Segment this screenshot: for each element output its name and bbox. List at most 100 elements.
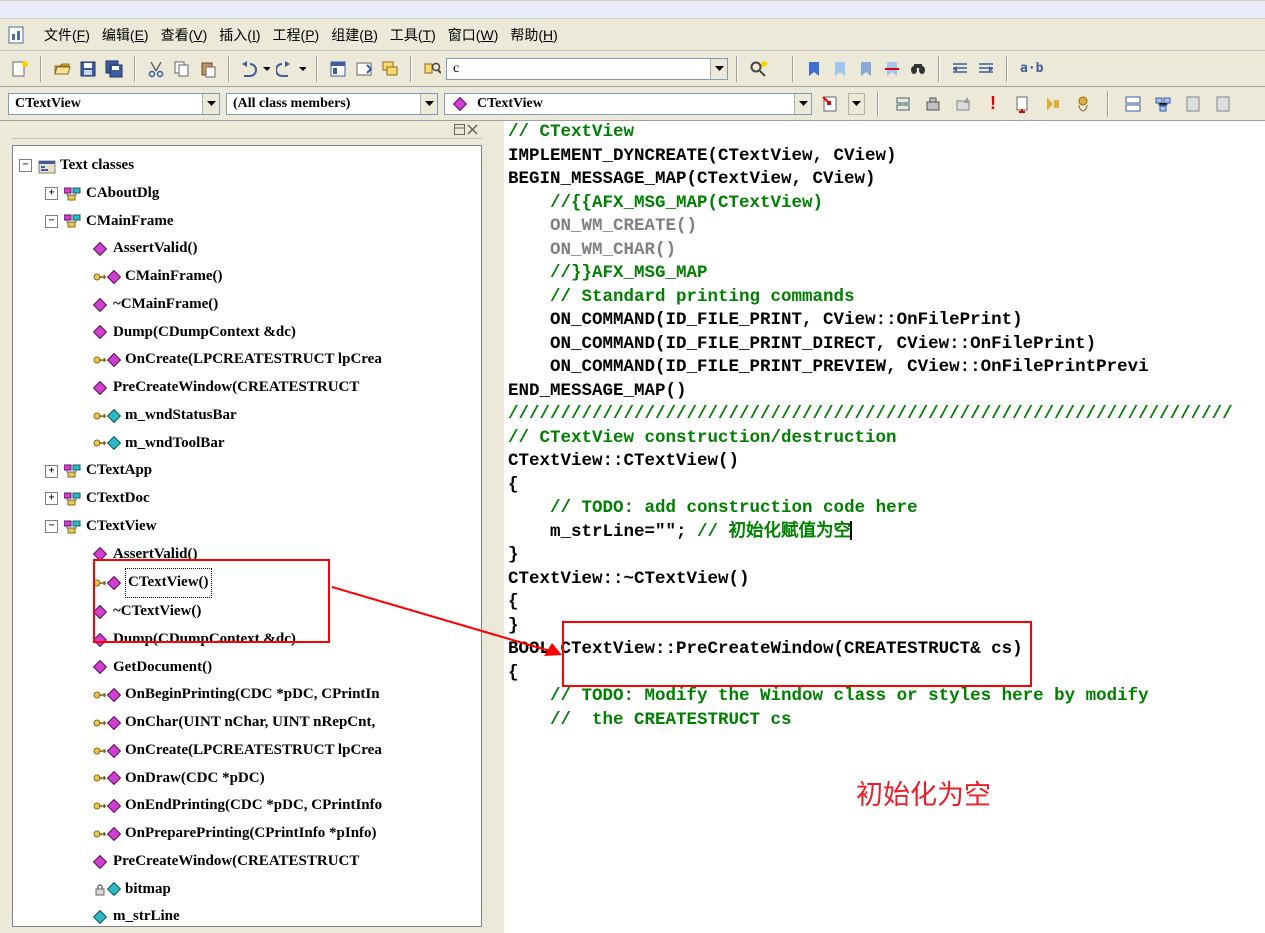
tree-member[interactable]: m_strLine <box>19 903 475 927</box>
find-in-files-button[interactable] <box>420 57 444 81</box>
tree-member[interactable]: AssertValid() <box>19 235 475 263</box>
tree-member[interactable]: OnDraw(CDC *pDC) <box>19 765 475 793</box>
tree-member[interactable]: OnCreate(LPCREATESTRUCT lpCrea <box>19 346 475 374</box>
find-combo[interactable]: c <box>446 58 728 80</box>
undo-button[interactable] <box>238 57 272 81</box>
tree-class[interactable]: + CTextApp <box>19 457 475 485</box>
expand-icon[interactable]: + <box>45 465 58 478</box>
new-text-file-button[interactable] <box>8 57 32 81</box>
binoculars-button[interactable] <box>906 57 930 81</box>
dropdown-icon[interactable] <box>202 94 219 114</box>
menu-f[interactable]: 文件(F) <box>40 23 94 47</box>
insert-breakpoint-button[interactable] <box>1071 92 1095 116</box>
code-line[interactable]: //}}AFX_MSG_MAP <box>508 262 1261 286</box>
cut-button[interactable] <box>144 57 168 81</box>
indent-more-button[interactable] <box>974 57 998 81</box>
tree-member[interactable]: OnPreparePrinting(CPrintInfo *pInfo) <box>19 820 475 848</box>
member-combo[interactable]: (All class members) <box>226 93 438 115</box>
menu-b[interactable]: 组建(B) <box>327 23 382 47</box>
code-line[interactable]: END_MESSAGE_MAP() <box>508 380 1261 404</box>
go-button[interactable] <box>1041 92 1065 116</box>
code-line[interactable]: // CTextView <box>508 121 1261 145</box>
code-line[interactable]: { <box>508 591 1261 615</box>
tree-member[interactable]: ~CMainFrame() <box>19 291 475 319</box>
bookmark-blue-button[interactable] <box>802 57 826 81</box>
indent-less-button[interactable] <box>948 57 972 81</box>
tree-member[interactable]: PreCreateWindow(CREATESTRUCT <box>19 374 475 402</box>
code-line[interactable]: // CTextView construction/destruction <box>508 427 1261 451</box>
build-button[interactable] <box>921 92 945 116</box>
dropdown-icon[interactable] <box>848 93 865 115</box>
workspace-button[interactable] <box>326 57 350 81</box>
collapse-icon[interactable]: − <box>19 159 32 172</box>
code-line[interactable]: ON_WM_CREATE() <box>508 215 1261 239</box>
stop-debug-button[interactable]: ! <box>981 92 1005 116</box>
tree-member[interactable]: bitmap <box>19 876 475 904</box>
source-browser-button[interactable] <box>1151 92 1175 116</box>
bookmark-clear-button[interactable] <box>880 57 904 81</box>
collapse-icon[interactable]: − <box>45 215 58 228</box>
save-button[interactable] <box>76 57 100 81</box>
tree-class[interactable]: − CTextView <box>19 513 475 541</box>
code-line[interactable]: // TODO: Modify the Window class or styl… <box>508 685 1261 709</box>
code-line[interactable]: ON_COMMAND(ID_FILE_PRINT_DIRECT, CView::… <box>508 333 1261 357</box>
menu-w[interactable]: 窗口(W) <box>444 23 503 47</box>
close-icon[interactable] <box>467 124 478 135</box>
dropdown-icon[interactable] <box>710 59 727 79</box>
menu-e[interactable]: 编辑(E) <box>98 23 153 47</box>
code-line[interactable]: IMPLEMENT_DYNCREATE(CTextView, CView) <box>508 145 1261 169</box>
code-line[interactable]: // TODO: add construction code here <box>508 497 1261 521</box>
copy-button[interactable] <box>170 57 194 81</box>
tree-class[interactable]: + CTextDoc <box>19 485 475 513</box>
code-line[interactable]: ////////////////////////////////////////… <box>508 403 1261 427</box>
output-button[interactable] <box>352 57 376 81</box>
tree-root[interactable]: − Text classes <box>19 152 475 180</box>
menu-i[interactable]: 插入(I) <box>215 23 264 47</box>
classview-tree[interactable]: − Text classes + CAboutDlg − CMainFrame … <box>12 145 482 927</box>
window-list-button[interactable] <box>378 57 402 81</box>
code-line[interactable]: m_strLine=""; // 初始化赋值为空 <box>508 521 1261 545</box>
execute-button[interactable] <box>1011 92 1035 116</box>
tree-class[interactable]: + CAboutDlg <box>19 180 475 208</box>
code-line[interactable]: //{{AFX_MSG_MAP(CTextView) <box>508 192 1261 216</box>
menu-h[interactable]: 帮助(H) <box>506 23 561 47</box>
menu-t[interactable]: 工具(T) <box>386 23 440 47</box>
code-line[interactable]: ON_WM_CHAR() <box>508 239 1261 263</box>
code-line[interactable]: BEGIN_MESSAGE_MAP(CTextView, CView) <box>508 168 1261 192</box>
code-line[interactable]: CTextView::~CTextView() <box>508 568 1261 592</box>
go-context-button[interactable] <box>818 92 842 116</box>
doc-list-button[interactable] <box>1181 92 1205 116</box>
redo-button[interactable] <box>274 57 308 81</box>
bookmark-next-button[interactable] <box>828 57 852 81</box>
tile-h-button[interactable] <box>1121 92 1145 116</box>
code-line[interactable]: } <box>508 544 1261 568</box>
find-button[interactable] <box>746 57 770 81</box>
stop-build-button[interactable] <box>951 92 975 116</box>
tree-member[interactable]: OnEndPrinting(CDC *pDC, CPrintInfo <box>19 792 475 820</box>
code-line[interactable]: // Standard printing commands <box>508 286 1261 310</box>
dropdown-icon[interactable] <box>420 94 437 114</box>
doc-outline-button[interactable] <box>1211 92 1235 116</box>
menu-p[interactable]: 工程(P) <box>269 23 324 47</box>
tree-member[interactable]: m_wndStatusBar <box>19 402 475 430</box>
expand-icon[interactable]: + <box>45 187 58 200</box>
tree-member[interactable]: OnCreate(LPCREATESTRUCT lpCrea <box>19 737 475 765</box>
bookmark-toggle-button[interactable] <box>854 57 878 81</box>
save-all-button[interactable] <box>102 57 126 81</box>
maximize-icon[interactable] <box>454 124 465 135</box>
open-button[interactable] <box>50 57 74 81</box>
code-line[interactable]: CTextView::CTextView() <box>508 450 1261 474</box>
code-line[interactable]: { <box>508 474 1261 498</box>
tree-member[interactable]: Dump(CDumpContext &dc) <box>19 319 475 347</box>
code-line[interactable]: ON_COMMAND(ID_FILE_PRINT_PREVIEW, CView:… <box>508 356 1261 380</box>
class-combo[interactable]: CTextView <box>8 93 220 115</box>
menu-v[interactable]: 查看(V) <box>157 23 212 47</box>
tree-member[interactable]: OnChar(UINT nChar, UINT nRepCnt, <box>19 709 475 737</box>
function-combo[interactable]: CTextView <box>444 93 812 115</box>
tree-class[interactable]: − CMainFrame <box>19 208 475 236</box>
code-line[interactable]: ON_COMMAND(ID_FILE_PRINT, CView::OnFileP… <box>508 309 1261 333</box>
compile-button[interactable] <box>891 92 915 116</box>
collapse-icon[interactable]: − <box>45 520 58 533</box>
expand-icon[interactable]: + <box>45 492 58 505</box>
tree-member[interactable]: OnBeginPrinting(CDC *pDC, CPrintIn <box>19 681 475 709</box>
